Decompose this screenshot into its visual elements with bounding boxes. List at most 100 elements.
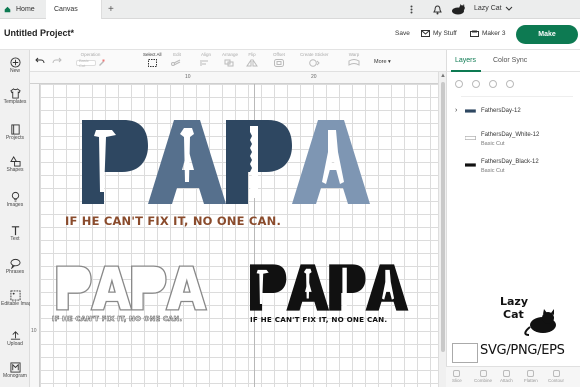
combine-icon	[479, 370, 487, 377]
project-title[interactable]: Untitled Project*	[4, 28, 74, 38]
machine-selector[interactable]: Maker 3	[470, 30, 505, 37]
layer-name: FathersDay-12	[481, 108, 521, 114]
slice-button[interactable]: Slice	[452, 370, 462, 383]
layer-operation: Basic Cut	[481, 141, 505, 147]
new-tool[interactable]: New	[0, 57, 30, 75]
images-tool[interactable]: Images	[0, 191, 30, 209]
machine-icon	[470, 30, 479, 37]
color-swatch[interactable]	[452, 343, 478, 363]
papa-color-artwork[interactable]	[82, 112, 402, 212]
flatten-button[interactable]: Flatten	[524, 370, 538, 383]
flip-control[interactable]: Flip	[246, 52, 258, 67]
shapes-tool[interactable]: Shapes	[0, 156, 30, 174]
edit-control[interactable]: Edit	[171, 52, 183, 67]
contour-button[interactable]: Contour	[548, 370, 564, 383]
redo-icon[interactable]	[52, 57, 62, 65]
formats-text: SVG/PNG/EPS	[480, 343, 565, 358]
save-button[interactable]: Save	[395, 30, 410, 37]
operation-select[interactable]: Basic Cut	[76, 58, 96, 68]
upload-tool[interactable]: Upload	[0, 330, 30, 348]
projects-label: Projects	[5, 135, 25, 141]
my-stuff-label: My Stuff	[433, 30, 457, 37]
ungroup-icon[interactable]	[472, 80, 480, 88]
flip-icon	[246, 59, 258, 67]
templates-tool[interactable]: Templates	[0, 88, 30, 106]
tagline-white[interactable]: IF HE CAN'T FIX IT, NO ONE CAN.	[52, 315, 183, 324]
shirt-icon	[9, 88, 21, 99]
offset-icon	[273, 59, 284, 67]
tab-home[interactable]: Home	[0, 0, 46, 19]
letter-p-2	[226, 120, 292, 204]
tagline-black[interactable]: IF HE CAN'T FIX IT, NO ONE CAN.	[250, 315, 387, 324]
offset-control[interactable]: Offset	[273, 52, 285, 67]
ruler-tick-20: 20	[311, 74, 317, 80]
templates-label: Templates	[3, 99, 27, 105]
logo-line-1: Lazy	[500, 295, 528, 308]
align-control[interactable]: Align	[200, 52, 212, 67]
warp-control[interactable]: Warp	[348, 52, 360, 67]
create-sticker-control[interactable]: Create Sticker	[300, 52, 329, 67]
tab-layers[interactable]: Layers	[455, 57, 476, 64]
contour-icon	[552, 370, 560, 377]
arrange-icon	[224, 59, 234, 67]
attach-button[interactable]: Attach	[500, 370, 513, 383]
white-letter-a-1	[90, 265, 133, 311]
editable-images-label: Editable Images	[1, 301, 37, 307]
layer-name: FathersDay_White-12	[481, 132, 540, 138]
group-icon[interactable]	[455, 80, 463, 88]
avatar[interactable]	[450, 4, 466, 15]
my-stuff-button[interactable]: My Stuff	[421, 30, 457, 37]
editable-images-tool[interactable]: Editable Images	[0, 290, 37, 308]
chevron-down-icon[interactable]	[505, 4, 513, 12]
edit-label: Edit	[173, 52, 181, 57]
project-header: Untitled Project* Save My Stuff Maker 3 …	[0, 19, 580, 50]
panel-tabs: Layers Color Sync	[447, 50, 580, 72]
tab-canvas[interactable]: Canvas	[46, 0, 102, 19]
edit-toolbar: Operation Basic Cut Select All Edit Alig…	[30, 50, 446, 72]
combine-button[interactable]: Combine	[474, 370, 492, 383]
shapes-label: Shapes	[6, 167, 24, 173]
layer-thumbnail	[465, 136, 476, 140]
more-button[interactable]: More ▾	[374, 59, 391, 65]
scrollbar-thumb[interactable]	[441, 82, 445, 352]
papa-black-artwork[interactable]	[248, 260, 428, 315]
new-tab-icon[interactable]: +	[108, 5, 114, 15]
notification-bell-icon[interactable]	[428, 0, 446, 19]
left-ruler: 10	[30, 84, 40, 387]
duplicate-icon[interactable]	[489, 80, 497, 88]
tagline-color[interactable]: IF HE CAN'T FIX IT, NO ONE CAN.	[65, 214, 281, 228]
username[interactable]: Lazy Cat	[474, 5, 502, 12]
arrange-label: Arrange	[222, 52, 239, 57]
kebab-menu-icon[interactable]	[402, 0, 420, 19]
white-letter-a-2	[165, 265, 208, 311]
tab-home-label: Home	[16, 6, 35, 13]
monogram-icon	[9, 362, 21, 373]
title-bar: Home Canvas + Lazy Cat	[0, 0, 580, 19]
select-all-icon	[147, 59, 157, 67]
delete-icon[interactable]	[506, 80, 514, 88]
monogram-tool[interactable]: Monogram	[0, 362, 30, 380]
black-letter-p-1	[250, 264, 287, 311]
slice-icon	[453, 370, 461, 377]
operation-control[interactable]: Operation Basic Cut	[76, 52, 105, 68]
chevron-right-icon[interactable]: ›	[455, 107, 457, 114]
tab-color-sync[interactable]: Color Sync	[493, 57, 527, 64]
bottom-actions: Slice Combine Attach Flatten Contour	[446, 366, 580, 387]
make-button[interactable]: Make	[516, 25, 578, 44]
lightbulb-icon	[11, 191, 19, 202]
arrange-control[interactable]: Arrange	[222, 52, 238, 67]
text-tool[interactable]: Text	[0, 225, 30, 243]
machine-label: Maker 3	[482, 30, 506, 37]
select-all-control[interactable]: Select All	[143, 52, 162, 67]
layer-name: FathersDay_Black-12	[481, 159, 539, 165]
pen-icon[interactable]	[98, 59, 105, 66]
papa-white-artwork[interactable]	[50, 262, 230, 314]
undo-icon[interactable]	[35, 57, 45, 65]
canvas-scrollbar[interactable]: ▲	[438, 72, 446, 387]
divider	[461, 96, 573, 97]
layer-thumbnail	[465, 109, 476, 113]
projects-tool[interactable]: Projects	[0, 124, 30, 142]
phrases-tool[interactable]: Phrases	[0, 258, 30, 276]
design-canvas[interactable]: IF HE CAN'T FIX IT, NO ONE CAN. IF HE CA…	[40, 84, 438, 387]
book-icon	[10, 124, 20, 135]
